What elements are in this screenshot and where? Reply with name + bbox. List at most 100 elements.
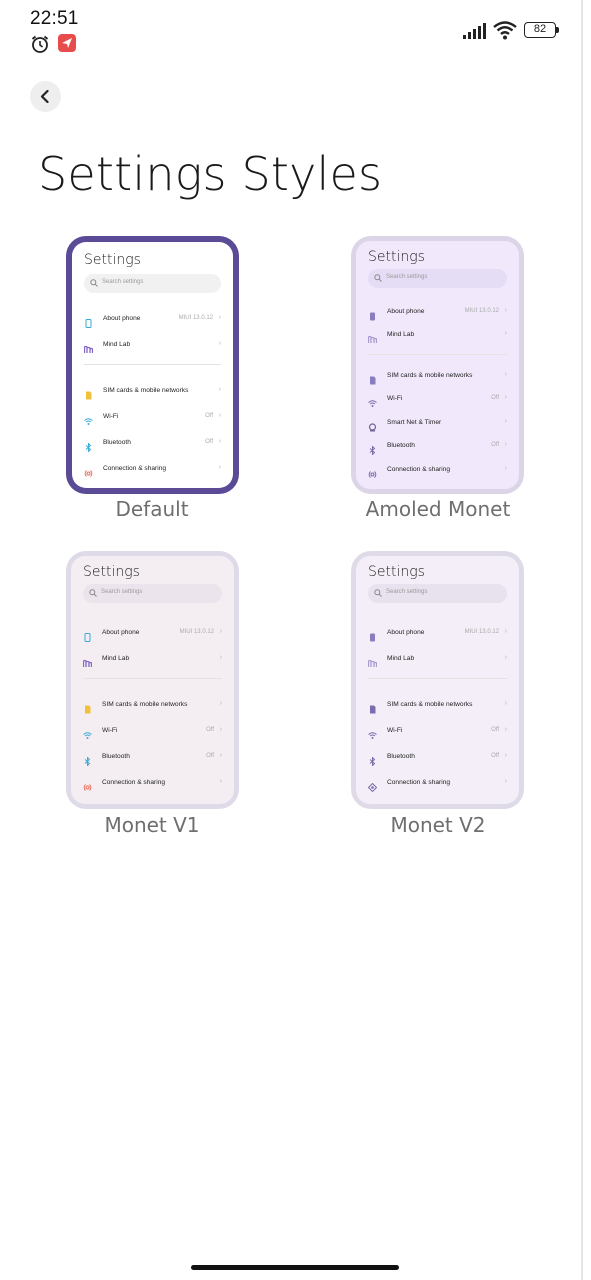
mind-lab-icon [367,331,378,343]
preview-row-value: Off [491,442,499,448]
chevron-right-icon: › [219,628,222,635]
wifi-icon [368,395,377,407]
preview-title: Settings [84,252,141,268]
settings-preview: Settings Search settings About phone MIU… [356,241,519,489]
preview-divider [368,678,507,679]
battery-level: 82 [533,23,547,35]
back-button[interactable] [30,81,61,112]
preview-row-label: SIM cards & mobile networks [387,701,473,708]
preview-row-value: Off [205,413,213,419]
preview-row-label: SIM cards & mobile networks [103,387,189,394]
preview-row: Mind Lab › [83,339,221,353]
preview-divider [83,678,222,679]
search-icon [374,274,382,282]
app-notification-icon [58,34,76,52]
connection-sharing-icon [367,779,378,793]
chevron-right-icon: › [219,726,222,733]
preview-search-bar: Search settings [83,584,222,603]
settings-preview: Settings Search settings About phone MIU… [72,242,233,488]
preview-row-label: Wi-Fi [387,727,403,734]
preview-title: Settings [83,564,140,580]
style-label-default[interactable]: Default [32,497,272,521]
connection-sharing-icon [368,466,377,478]
preview-row-label: About phone [102,629,140,636]
preview-row-label: Mind Lab [387,655,415,662]
preview-row-value: Off [491,727,499,733]
bluetooth-icon [83,753,92,767]
search-icon [374,589,382,597]
status-bar: 22:51 82 [0,0,591,60]
style-label-monet2[interactable]: Monet V2 [318,813,558,837]
preview-row: About phone MIUI 13.0.12 › [368,627,507,642]
preview-title: Settings [368,249,425,265]
preview-row: SIM cards & mobile networks › [83,699,222,714]
bluetooth-icon [368,753,377,767]
preview-row-label: Connection & sharing [387,466,451,473]
style-card-monet1[interactable]: Settings Search settings About phone MIU… [66,551,239,809]
preview-row: About phone MIUI 13.0.12 › [368,306,507,321]
chevron-right-icon: › [218,464,221,471]
preview-row-label: Wi-Fi [387,395,403,402]
signal-icon [463,23,486,39]
chevron-right-icon: › [219,752,222,759]
preview-row-label: Connection & sharing [102,779,166,786]
preview-search-placeholder: Search settings [101,589,143,595]
connection-sharing-icon [84,465,93,477]
chevron-right-icon: › [504,726,507,733]
preview-divider [368,354,507,355]
sim-card-icon [368,372,377,385]
style-card-monet2[interactable]: Settings Search settings About phone MIU… [351,551,524,809]
preview-row-label: SIM cards & mobile networks [387,372,473,379]
chevron-right-icon: › [218,314,221,321]
chevron-right-icon: › [218,438,221,445]
preview-row-value: MIUI 13.0.12 [178,315,213,321]
wifi-icon [493,21,517,40]
phone-icon [84,315,93,328]
screen-edge [581,0,583,1280]
preview-divider [84,364,221,365]
preview-row: SIM cards & mobile networks › [368,370,507,385]
preview-row: Connection & sharing › [367,777,507,793]
preview-row: SIM cards & mobile networks › [84,385,221,400]
phone-icon [83,629,92,642]
preview-row: Wi-Fi Off › [84,411,221,425]
preview-row-label: Mind Lab [387,331,415,338]
chevron-right-icon: › [504,628,507,635]
preview-search-placeholder: Search settings [386,589,428,595]
preview-row-value: Off [206,727,214,733]
smart-net-icon [368,419,377,432]
style-label-amoled[interactable]: Amoled Monet [318,497,558,521]
sim-card-icon [368,701,377,714]
chevron-right-icon: › [504,465,507,472]
preview-search-placeholder: Search settings [386,274,428,280]
preview-row: Bluetooth Off › [368,440,507,456]
preview-search-bar: Search settings [368,269,507,288]
preview-row-label: Mind Lab [102,655,130,662]
sim-card-icon [83,701,92,714]
preview-row-label: Bluetooth [387,442,415,449]
style-card-amoled[interactable]: Settings Search settings About phone MIU… [351,236,524,494]
style-card-default[interactable]: Settings Search settings About phone MIU… [66,236,239,494]
preview-row-label: Mind Lab [103,341,131,348]
search-icon [89,589,97,597]
chevron-left-icon [40,90,49,103]
chevron-right-icon: › [504,752,507,759]
preview-row-label: Bluetooth [103,439,131,446]
style-label-monet1[interactable]: Monet V1 [32,813,272,837]
home-indicator[interactable] [191,1265,399,1270]
battery-icon: 82 [524,22,560,38]
preview-row-value: Off [491,395,499,401]
connection-sharing-icon [83,779,92,791]
chevron-right-icon: › [504,330,507,337]
settings-preview: Settings Search settings About phone MIU… [71,556,234,804]
chevron-right-icon: › [504,394,507,401]
preview-title: Settings [368,564,425,580]
preview-row: Bluetooth Off › [83,751,222,767]
preview-row-value: MIUI 13.0.12 [464,629,499,635]
preview-row-label: Bluetooth [102,753,130,760]
chevron-right-icon: › [219,778,222,785]
preview-row-label: SIM cards & mobile networks [102,701,188,708]
sim-card-icon [84,387,93,400]
preview-row-label: About phone [387,308,425,315]
preview-row: Connection & sharing › [84,463,221,477]
